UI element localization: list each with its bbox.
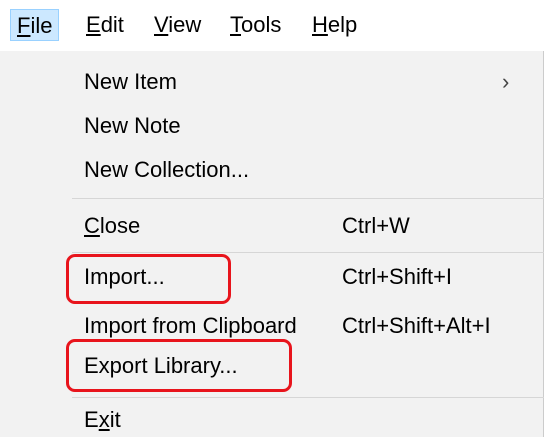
menu-tools[interactable]: Tools [224,9,287,41]
menu-separator [72,252,544,253]
menu-tools-label: ools [241,12,282,37]
menu-item-import-from-clipboard-label: Import from Clipboard [84,313,297,338]
menu-help-label: elp [327,12,358,37]
menu-item-exit-mnemonic: x [98,407,110,432]
menu-item-new-item-label: New Item [84,69,177,94]
menu-separator [72,198,544,199]
menu-item-new-collection[interactable]: New Collection... [0,157,544,187]
menu-item-close-mnemonic: C [84,213,100,238]
menu-item-import-shortcut: Ctrl+Shift+I [342,264,453,289]
menu-help-mnemonic: H [312,12,328,37]
menu-help[interactable]: Help [306,9,363,41]
menu-separator [72,397,544,398]
menu-bar: File Edit View Tools Help [0,0,552,51]
menu-item-exit-pre: E [84,407,99,432]
menu-tools-mnemonic: T [230,12,241,37]
menu-item-exit-label: Exit [84,407,121,433]
chevron-right-icon: › [502,69,510,94]
menu-item-close-shortcut: Ctrl+W [342,213,410,238]
menu-item-exit[interactable]: Exit [0,407,544,437]
menu-item-close-rest: lose [99,213,141,238]
menu-view-mnemonic: V [154,12,169,37]
menu-item-new-note-label: New Note [84,113,181,138]
menu-item-new-note[interactable]: New Note [0,113,544,143]
menu-edit-mnemonic: E [86,12,101,37]
menu-file[interactable]: File [10,9,60,41]
menu-item-close-label: Close [84,213,140,239]
menu-item-exit-rest: it [109,407,121,432]
export-library-highlight-box [66,339,292,392]
menu-edit-label: dit [100,12,124,37]
menu-item-import-from-clipboard-shortcut: Ctrl+Shift+Alt+I [342,313,491,338]
import-highlight-box [66,254,231,304]
menu-file-mnemonic: F [17,13,31,38]
menu-file-label: ile [30,13,53,38]
menu-view-label: iew [168,12,202,37]
menu-edit[interactable]: Edit [80,9,130,41]
menu-item-new-item[interactable]: New Item › [0,69,544,99]
menu-item-close[interactable]: Close Ctrl+W [0,213,544,243]
menu-view[interactable]: View [148,9,207,41]
menu-item-new-collection-label: New Collection... [84,157,250,182]
